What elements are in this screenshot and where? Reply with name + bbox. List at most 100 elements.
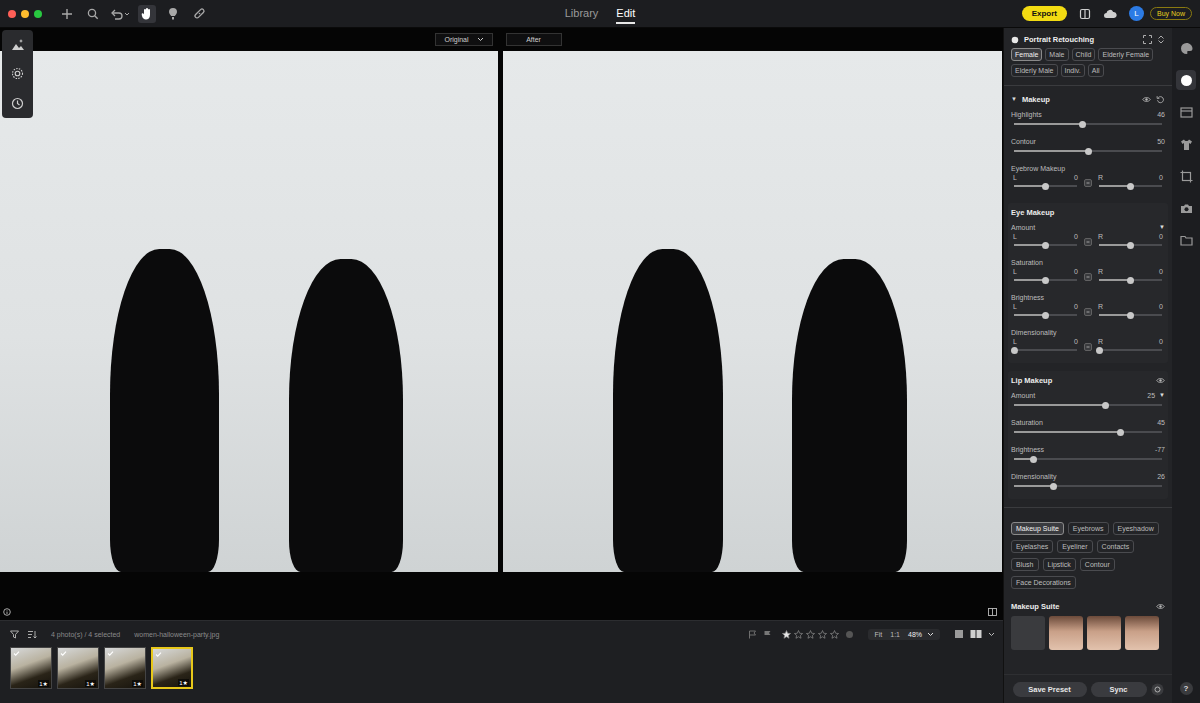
sidebar-tool[interactable] (1176, 38, 1196, 58)
star-icon[interactable] (818, 630, 827, 639)
category-chip[interactable]: Makeup Suite (1011, 522, 1064, 535)
slider[interactable] (1014, 181, 1077, 191)
section-toggle[interactable]: ▼ (1011, 96, 1017, 102)
category-chip[interactable]: Blush (1011, 558, 1039, 571)
info-icon[interactable] (3, 608, 11, 616)
sidebar-tool[interactable] (1176, 166, 1196, 186)
lens-icon[interactable] (11, 67, 24, 80)
slider[interactable] (1014, 146, 1162, 156)
save-preset-button[interactable]: Save Preset (1013, 682, 1087, 697)
export-button[interactable]: Export (1022, 6, 1067, 21)
link-icon[interactable] (1084, 308, 1092, 316)
eye-icon[interactable] (1156, 376, 1165, 385)
window-control[interactable] (8, 10, 16, 18)
subject-chip[interactable]: Indiv. (1061, 64, 1085, 77)
slider[interactable] (1099, 310, 1162, 320)
sort-icon[interactable] (27, 630, 37, 639)
eye-icon[interactable] (1156, 602, 1165, 611)
subject-chip[interactable]: All (1088, 64, 1104, 77)
slider[interactable] (1099, 240, 1162, 250)
category-chip[interactable]: Eyelashes (1011, 540, 1053, 553)
category-chip[interactable]: Face Decorations (1011, 576, 1076, 589)
row-menu[interactable]: ▼ (1159, 392, 1165, 398)
category-chip[interactable]: Eyeshadow (1113, 522, 1159, 535)
link-icon[interactable] (1084, 238, 1092, 246)
rating[interactable] (782, 630, 839, 639)
compare-label[interactable]: Original (435, 33, 492, 46)
zoom-option[interactable]: Fit (874, 631, 882, 638)
link-icon[interactable] (1084, 273, 1092, 281)
row-menu[interactable]: ▼ (1159, 224, 1165, 230)
thumbnail[interactable]: 1★ (10, 647, 52, 689)
slider[interactable] (1014, 119, 1162, 129)
subject-chip[interactable]: Female (1011, 48, 1042, 61)
sync-settings-icon[interactable] (1151, 683, 1164, 696)
filter-icon[interactable] (10, 630, 19, 639)
toolbar-button[interactable] (138, 5, 156, 23)
compare-label[interactable]: After (506, 33, 562, 46)
makeup-preset[interactable] (1087, 616, 1121, 650)
sidebar-tool[interactable] (1176, 70, 1196, 90)
sidebar-tool[interactable] (1176, 230, 1196, 250)
window-control[interactable] (21, 10, 29, 18)
star-icon[interactable] (830, 630, 839, 639)
slider[interactable] (1014, 481, 1162, 491)
link-icon[interactable] (1084, 179, 1092, 187)
category-chip[interactable]: Eyeliner (1057, 540, 1092, 553)
collapse-icon[interactable] (1157, 35, 1165, 44)
single-view-icon[interactable] (954, 629, 964, 639)
slider[interactable] (1014, 454, 1162, 464)
share-icon[interactable] (1079, 8, 1091, 20)
slider[interactable] (1014, 400, 1162, 410)
eye-icon[interactable] (1142, 95, 1151, 104)
star-icon[interactable] (806, 630, 815, 639)
toolbar-button[interactable] (110, 5, 130, 23)
window-control[interactable] (34, 10, 42, 18)
toolbar-button[interactable] (84, 5, 102, 23)
slider[interactable] (1099, 275, 1162, 285)
star-icon[interactable] (794, 630, 803, 639)
subject-chip[interactable]: Elderly Male (1011, 64, 1058, 77)
slider[interactable] (1099, 181, 1162, 191)
ai-portrait-icon[interactable] (11, 38, 24, 51)
face-detect-icon[interactable] (1143, 35, 1152, 44)
subject-chip[interactable]: Child (1072, 48, 1096, 61)
user-avatar[interactable]: L (1129, 6, 1144, 21)
sidebar-tool[interactable] (1176, 134, 1196, 154)
reset-icon[interactable] (1156, 95, 1165, 104)
sidebar-tool[interactable] (1176, 102, 1196, 122)
makeup-preset[interactable] (1049, 616, 1083, 650)
subject-chip[interactable]: Male (1045, 48, 1068, 61)
cloud-icon[interactable] (1103, 8, 1117, 20)
toolbar-button[interactable] (58, 5, 76, 23)
thumbnail[interactable]: 1★ (104, 647, 146, 689)
zoom-option[interactable]: 1:1 (890, 631, 900, 638)
sidebar-tool[interactable] (1176, 198, 1196, 218)
makeup-preset[interactable] (1011, 616, 1045, 650)
thumbnail[interactable]: 1★ (57, 647, 99, 689)
slider[interactable] (1014, 240, 1077, 250)
mode-tab[interactable]: Edit (616, 4, 635, 24)
help-button[interactable]: ? (1180, 682, 1193, 695)
category-chip[interactable]: Contacts (1097, 540, 1135, 553)
makeup-preset[interactable] (1125, 616, 1159, 650)
toolbar-button[interactable] (190, 5, 208, 23)
subject-chip[interactable]: Elderly Female (1098, 48, 1153, 61)
slider[interactable] (1014, 310, 1077, 320)
chevron-down-icon[interactable] (988, 632, 995, 637)
category-chip[interactable]: Contour (1080, 558, 1115, 571)
slider[interactable] (1014, 427, 1162, 437)
star-icon[interactable] (782, 630, 791, 639)
history-icon[interactable] (11, 97, 24, 110)
flag-icon[interactable] (748, 630, 757, 639)
buy-now-button[interactable]: Buy Now (1150, 7, 1192, 20)
split-view-icon[interactable] (988, 608, 997, 616)
thumbnail[interactable]: 1★ (151, 647, 193, 689)
toolbar-button[interactable] (164, 5, 182, 23)
category-chip[interactable]: Lipstick (1043, 558, 1076, 571)
slider[interactable] (1014, 345, 1077, 355)
compare-view-icon[interactable] (970, 629, 982, 639)
sync-button[interactable]: Sync (1091, 682, 1147, 697)
color-label-icon[interactable] (845, 630, 854, 639)
zoom-dropdown[interactable]: 48% (908, 631, 934, 638)
